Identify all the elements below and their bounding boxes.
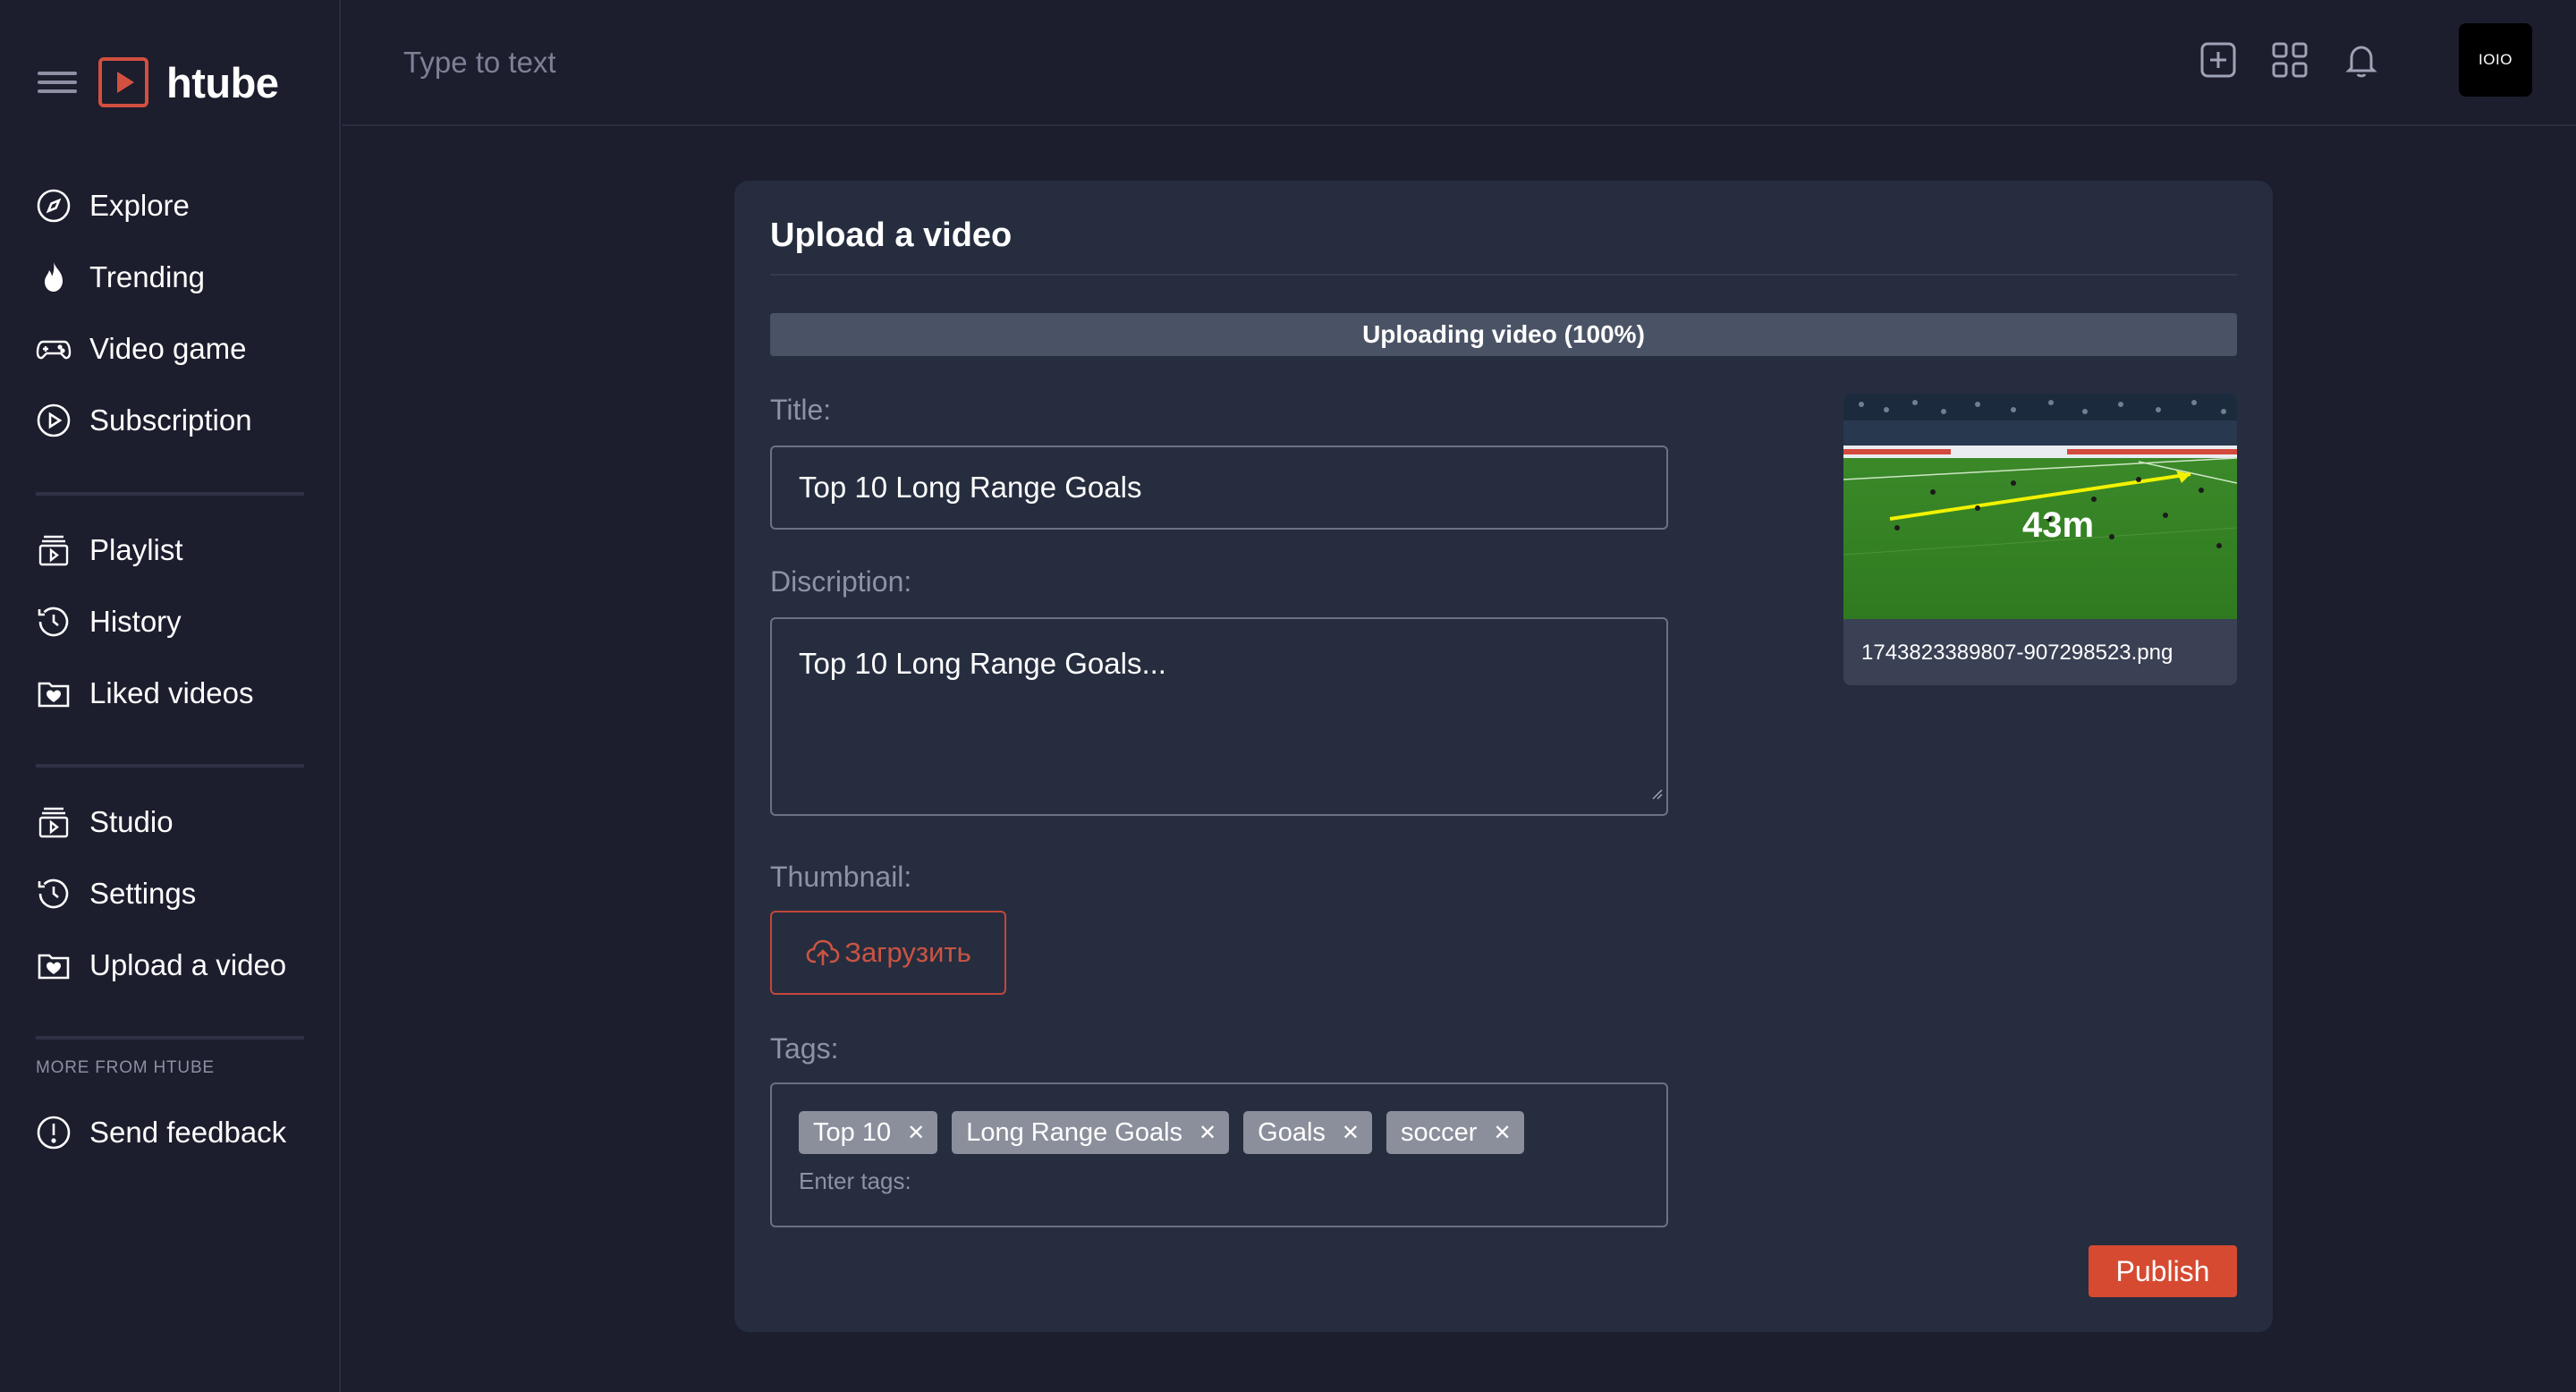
- remove-tag-icon[interactable]: ✕: [1493, 1120, 1511, 1146]
- sidebar-item-settings[interactable]: Settings: [36, 858, 304, 929]
- sidebar-item-history[interactable]: History: [36, 586, 304, 658]
- sidebar-divider: [36, 764, 304, 768]
- thumbnail-upload-button[interactable]: Загрузить: [770, 911, 1006, 995]
- description-textarea[interactable]: Top 10 Long Range Goals...: [770, 617, 1668, 816]
- sidebar-item-playlist[interactable]: Playlist: [36, 514, 304, 586]
- compass-icon: [36, 188, 72, 224]
- sidebar-item-label: Subscription: [89, 403, 252, 437]
- sidebar-item-label: Video game: [89, 332, 247, 365]
- cloud-upload-icon: [806, 939, 840, 965]
- sidebar-item-upload-video[interactable]: Upload a video: [36, 929, 304, 1001]
- upload-card: Upload a video Uploading video (100%) Ti…: [734, 181, 2273, 1332]
- sidebar: htube Explore Trending Video game Subscr…: [0, 0, 341, 1392]
- sidebar-item-label: Studio: [89, 805, 174, 838]
- preview-overlay-text: 43m: [2022, 505, 2094, 545]
- remove-tag-icon[interactable]: ✕: [1342, 1120, 1360, 1146]
- history-icon: [36, 876, 72, 912]
- tag-chip: Goals ✕: [1243, 1111, 1373, 1154]
- alert-circle-icon: [36, 1115, 72, 1150]
- sidebar-main-nav: Explore Trending Video game Subscription: [36, 170, 304, 456]
- sidebar-divider: [36, 1036, 304, 1040]
- title-divider: [770, 274, 2237, 276]
- sidebar-item-video-game[interactable]: Video game: [36, 313, 304, 385]
- brand-name[interactable]: htube: [166, 58, 279, 107]
- remove-tag-icon[interactable]: ✕: [907, 1120, 925, 1146]
- bell-icon[interactable]: [2341, 39, 2382, 81]
- heart-folder-icon: [36, 675, 72, 711]
- sidebar-studio-nav: Studio Settings Upload a video: [36, 786, 304, 1001]
- grid-icon[interactable]: [2269, 39, 2310, 81]
- tags-input[interactable]: [799, 1165, 1335, 1197]
- sidebar-item-subscription[interactable]: Subscription: [36, 385, 304, 456]
- sidebar-item-label: Playlist: [89, 533, 183, 566]
- avatar[interactable]: IOIO: [2459, 23, 2532, 97]
- sidebar-item-liked-videos[interactable]: Liked videos: [36, 658, 304, 729]
- app-root: htube Explore Trending Video game Subscr…: [0, 0, 2576, 1392]
- resize-handle-icon[interactable]: [1650, 787, 1663, 800]
- sidebar-item-label: Upload a video: [89, 948, 287, 981]
- more-from-label: MORE FROM HTUBE: [36, 1058, 215, 1077]
- top-header: IOIO: [343, 0, 2576, 126]
- tag-label: Top 10: [813, 1117, 892, 1147]
- sidebar-library-nav: Playlist History Liked videos: [36, 514, 304, 729]
- search-input[interactable]: [403, 39, 1030, 86]
- sidebar-feedback-nav: Send feedback: [36, 1097, 304, 1168]
- publish-button[interactable]: Publish: [2089, 1245, 2237, 1297]
- sidebar-item-label: Liked videos: [89, 676, 254, 709]
- preview-filename: 1743823389807-907298523.png: [1861, 641, 2174, 665]
- playlist-icon: [36, 804, 72, 840]
- tag-chip: Top 10 ✕: [799, 1111, 938, 1154]
- title-label: Title:: [770, 394, 832, 426]
- sidebar-item-label: History: [89, 605, 182, 638]
- page-title: Upload a video: [770, 216, 1013, 254]
- thumbnail-label: Thumbnail:: [770, 861, 912, 893]
- sidebar-item-label: Explore: [89, 189, 190, 222]
- sidebar-item-explore[interactable]: Explore: [36, 170, 304, 242]
- sidebar-item-label: Send feedback: [89, 1116, 287, 1149]
- upload-progress-bar: Uploading video (100%): [770, 313, 2237, 356]
- video-preview-card: 43m 1743823389807-907298523.png: [1843, 394, 2237, 685]
- thumbnail-upload-label: Загрузить: [844, 937, 971, 968]
- flame-icon: [36, 259, 72, 295]
- progress-text: Uploading video (100%): [1362, 320, 1645, 348]
- remove-tag-icon[interactable]: ✕: [1199, 1120, 1216, 1146]
- tag-label: Long Range Goals: [966, 1117, 1183, 1147]
- tag-list: Top 10 ✕ Long Range Goals ✕ Goals ✕ soccer ✕: [799, 1111, 1640, 1154]
- sidebar-divider: [36, 492, 304, 496]
- menu-icon[interactable]: [36, 66, 79, 98]
- tag-chip: Long Range Goals ✕: [952, 1111, 1230, 1154]
- video-preview-image[interactable]: 43m: [1843, 394, 2237, 619]
- sidebar-item-label: Settings: [89, 877, 197, 910]
- tag-label: Goals: [1258, 1117, 1326, 1147]
- brand: htube: [36, 57, 279, 107]
- sidebar-item-studio[interactable]: Studio: [36, 786, 304, 858]
- sidebar-item-trending[interactable]: Trending: [36, 242, 304, 313]
- logo-play-icon[interactable]: [98, 57, 148, 107]
- history-icon: [36, 604, 72, 640]
- sidebar-item-send-feedback[interactable]: Send feedback: [36, 1097, 304, 1168]
- description-label: Discription:: [770, 565, 912, 598]
- sidebar-item-label: Trending: [89, 260, 206, 293]
- tags-field[interactable]: Top 10 ✕ Long Range Goals ✕ Goals ✕ soccer ✕: [770, 1082, 1668, 1227]
- add-square-icon[interactable]: [2198, 39, 2239, 81]
- gamepad-icon: [36, 331, 72, 367]
- heart-folder-icon: [36, 947, 72, 983]
- tags-label: Tags:: [770, 1032, 839, 1065]
- title-input[interactable]: [770, 446, 1668, 530]
- tag-chip: soccer ✕: [1386, 1111, 1524, 1154]
- tag-label: soccer: [1401, 1117, 1478, 1147]
- playlist-icon: [36, 532, 72, 568]
- play-circle-icon: [36, 403, 72, 438]
